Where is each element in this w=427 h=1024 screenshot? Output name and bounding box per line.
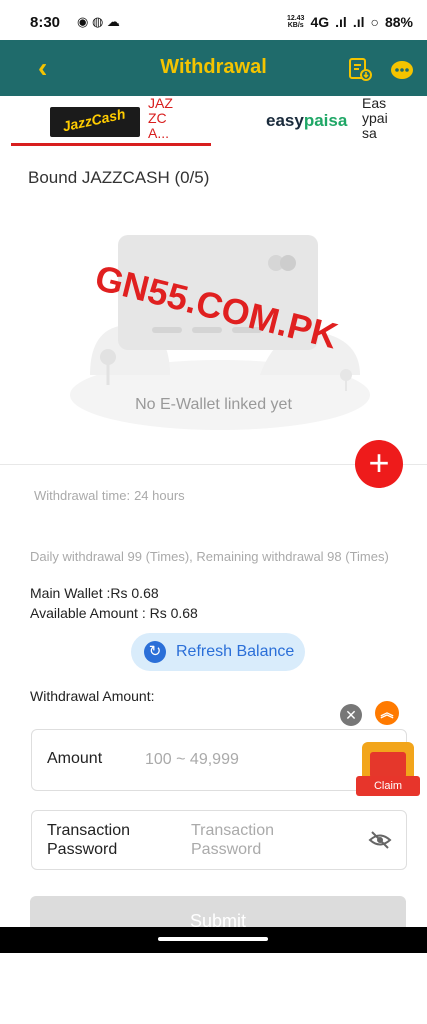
status-right: 12.43 KB/s 4G .ıl .ıl ○ 88% [287, 14, 413, 30]
chevron-up-icon[interactable]: ︽ [375, 701, 399, 725]
available-amount: Available Amount : Rs 0.68 [30, 605, 198, 621]
wallet-tabs: JazzCash JAZ ZC A... easypaisa Eas ypai sa [0, 96, 427, 151]
app-bar: ‹ Withdrawal [0, 40, 427, 96]
system-nav-bar [0, 927, 427, 953]
gift-claim-widget[interactable]: Claim [356, 740, 420, 798]
withdrawal-time: Withdrawal time: 24 hours [30, 488, 185, 503]
records-icon[interactable] [347, 56, 373, 87]
password-label: Transaction Password [47, 822, 130, 858]
password-input[interactable]: Transaction Password [191, 821, 301, 859]
main-wallet-balance: Main Wallet :Rs 0.68 [30, 585, 159, 601]
empty-state-text: No E-Wallet linked yet [135, 396, 292, 413]
refresh-balance-button[interactable]: ↻ Refresh Balance [131, 633, 305, 671]
status-time: 8:30 [30, 14, 61, 31]
network-type: 4G [310, 14, 330, 30]
easypaisa-logo[interactable]: easypaisa [266, 111, 347, 131]
signal-icon: .ıl [335, 14, 347, 30]
tab-easypaisa-label[interactable]: Eas ypai sa [362, 96, 402, 141]
close-icon[interactable]: ✕ [340, 704, 362, 726]
active-tab-indicator [11, 143, 211, 146]
amount-label: Amount [47, 750, 103, 767]
net-speed: 12.43 KB/s [286, 15, 305, 29]
daily-withdrawal-info: Daily withdrawal 99 (Times), Remaining w… [30, 549, 389, 564]
withdrawal-time-label: Withdrawal time: [34, 488, 131, 503]
amount-field[interactable]: Amount 100 ~ 49,999 [31, 729, 407, 791]
claim-button[interactable]: Claim [356, 776, 420, 796]
support-icon[interactable] [389, 58, 415, 87]
home-indicator[interactable] [158, 937, 268, 941]
add-wallet-button[interactable]: + [355, 440, 403, 488]
withdrawal-time-value: 24 hours [134, 488, 185, 503]
tab-jazzcash-label[interactable]: JAZ ZC A... [148, 96, 188, 141]
notification-icons: ◉ ◍ ☁ [77, 14, 120, 29]
amount-input[interactable]: 100 ~ 49,999 [145, 751, 239, 769]
status-bar: 8:30 ◉ ◍ ☁ 12.43 KB/s 4G .ıl .ıl ○ 88% [0, 0, 427, 45]
bound-wallet-title: Bound JAZZCASH (0/5) [28, 168, 210, 187]
withdrawal-amount-label: Withdrawal Amount: [30, 688, 155, 704]
battery-icon: ○ [370, 14, 379, 30]
refresh-icon: ↻ [144, 641, 166, 663]
battery-level: 88% [384, 14, 413, 30]
gift-box-icon [370, 752, 406, 778]
signal-icon-2: .ıl [352, 14, 365, 30]
jazzcash-logo[interactable]: JazzCash [50, 107, 140, 137]
refresh-label: Refresh Balance [176, 643, 295, 660]
eye-off-icon[interactable] [368, 830, 392, 855]
transaction-password-field[interactable]: Transaction Password Transaction Passwor… [31, 810, 407, 870]
